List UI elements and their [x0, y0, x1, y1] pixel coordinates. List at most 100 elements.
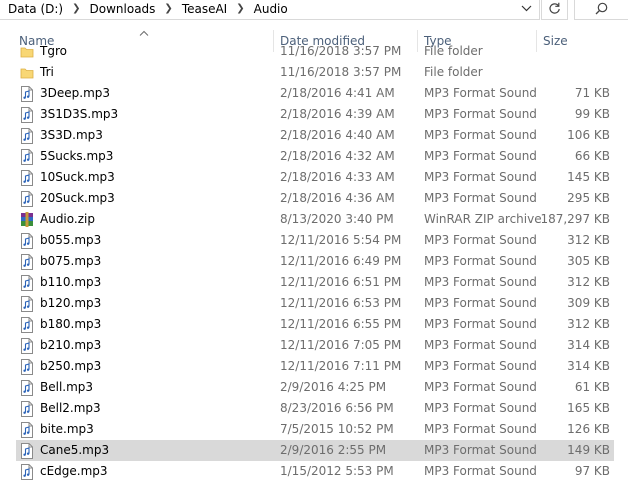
sort-ascending-icon	[139, 25, 149, 36]
file-row[interactable]: bite.mp3 7/5/2015 10:52 PM MP3 Format Soun…	[16, 419, 614, 440]
file-date-modified: 2/9/2016 4:25 PM	[280, 380, 387, 394]
audio-file-icon	[20, 338, 34, 354]
file-name: bite.mp3	[40, 422, 94, 436]
search-input[interactable]	[574, 0, 628, 20]
file-row[interactable]: cEdge.mp3 1/15/2012 5:53 PM MP3 Format Sou…	[16, 461, 614, 480]
file-row[interactable]: Tri 11/16/2018 3:57 PM File folder	[16, 62, 614, 83]
file-type: MP3 Format Sound	[424, 443, 537, 457]
file-size: 99 KB	[574, 107, 610, 121]
file-row[interactable]: b210.mp3 12/11/2016 7:05 PM MP3 Format Sou…	[16, 335, 614, 356]
file-row[interactable]: Tgro 11/16/2018 3:57 PM File folder	[16, 43, 614, 62]
file-name: b110.mp3	[40, 275, 102, 289]
refresh-icon	[549, 2, 560, 14]
file-name: 20Suck.mp3	[40, 191, 115, 205]
search-icon	[595, 2, 608, 15]
file-type: MP3 Format Sound	[424, 233, 537, 247]
file-type: MP3 Format Sound	[424, 170, 537, 184]
audio-file-icon	[20, 275, 34, 291]
file-size: 309 KB	[567, 296, 610, 310]
file-size: 71 KB	[574, 86, 610, 100]
file-type: MP3 Format Sound	[424, 401, 537, 415]
vertical-scrollbar[interactable]	[614, 20, 628, 480]
audio-file-icon	[20, 359, 34, 375]
address-bar[interactable]: Data (D:) ❯ Downloads ❯ TeaseAI ❯ Audio	[0, 0, 540, 20]
audio-file-icon	[20, 296, 34, 312]
file-row[interactable]: 3S1D3S.mp3 2/18/2016 4:39 AM MP3 Format So…	[16, 104, 614, 125]
file-row[interactable]: 20Suck.mp3 2/18/2016 4:36 AM MP3 Format So…	[16, 188, 614, 209]
file-row[interactable]: 3S3D.mp3 2/18/2016 4:40 AM MP3 Format Soun…	[16, 125, 614, 146]
file-date-modified: 12/11/2016 6:49 PM	[280, 254, 402, 268]
audio-file-icon	[20, 422, 34, 438]
file-type: MP3 Format Sound	[424, 317, 537, 331]
file-date-modified: 2/9/2016 2:55 PM	[280, 443, 387, 457]
audio-file-icon	[20, 128, 34, 144]
file-row[interactable]: 10Suck.mp3 2/18/2016 4:33 AM MP3 Format So…	[16, 167, 614, 188]
audio-file-icon	[20, 254, 34, 270]
breadcrumb-separator-icon[interactable]: ❯	[72, 3, 80, 14]
file-name: 3Deep.mp3	[40, 86, 111, 100]
audio-file-icon	[20, 170, 34, 186]
file-date-modified: 2/18/2016 4:36 AM	[280, 191, 395, 205]
file-row-selected[interactable]: Cane5.mp3 2/9/2016 2:55 PM MP3 Format Soun…	[16, 440, 614, 461]
file-date-modified: 12/11/2016 7:05 PM	[280, 338, 402, 352]
file-type: File folder	[424, 65, 483, 79]
file-row[interactable]: 3Deep.mp3 2/18/2016 4:41 AM MP3 Format Sou…	[16, 83, 614, 104]
chevron-down-icon[interactable]	[516, 0, 536, 17]
file-type: MP3 Format Sound	[424, 380, 537, 394]
refresh-button[interactable]	[541, 0, 568, 20]
file-name: Tgro	[40, 44, 67, 58]
file-type: MP3 Format Sound	[424, 275, 537, 289]
file-list[interactable]: Tgro 11/16/2018 3:57 PM File folder Tri 11/1…	[0, 43, 628, 480]
file-row[interactable]: b110.mp3 12/11/2016 6:51 PM MP3 Format Sou…	[16, 272, 614, 293]
file-row[interactable]: Bell2.mp3 8/23/2016 6:56 PM MP3 Format Sou…	[16, 398, 614, 419]
breadcrumb-teaseai[interactable]: TeaseAI	[182, 2, 227, 16]
file-size: 305 KB	[567, 254, 610, 268]
file-date-modified: 2/18/2016 4:41 AM	[280, 86, 395, 100]
audio-file-icon	[20, 149, 34, 165]
breadcrumb-separator-icon[interactable]: ❯	[236, 3, 244, 14]
file-type: MP3 Format Sound	[424, 422, 537, 436]
breadcrumb-separator-icon[interactable]: ❯	[164, 3, 172, 14]
breadcrumb-drive[interactable]: Data (D:)	[8, 2, 63, 16]
file-row[interactable]: b250.mp3 12/11/2016 7:11 PM MP3 Format Sou…	[16, 356, 614, 377]
file-name: 5Sucks.mp3	[40, 149, 114, 163]
file-date-modified: 2/18/2016 4:32 AM	[280, 149, 395, 163]
audio-file-icon	[20, 380, 34, 396]
file-size: 149 KB	[567, 443, 610, 457]
file-name: b075.mp3	[40, 254, 102, 268]
file-type: MP3 Format Sound	[424, 86, 537, 100]
file-size: 145 KB	[567, 170, 610, 184]
file-size: 165 KB	[567, 401, 610, 415]
file-size: 187,297 KB	[540, 212, 610, 226]
file-date-modified: 8/13/2020 3:40 PM	[280, 212, 394, 226]
audio-file-icon	[20, 443, 34, 459]
file-row[interactable]: b055.mp3 12/11/2016 5:54 PM MP3 Format Sou…	[16, 230, 614, 251]
file-size: 312 KB	[567, 233, 610, 247]
breadcrumb-downloads[interactable]: Downloads	[90, 2, 156, 16]
file-date-modified: 11/16/2018 3:57 PM	[280, 44, 402, 58]
file-row[interactable]: b180.mp3 12/11/2016 6:55 PM MP3 Format Sou…	[16, 314, 614, 335]
file-date-modified: 2/18/2016 4:40 AM	[280, 128, 395, 142]
file-row[interactable]: Bell.mp3 2/9/2016 4:25 PM MP3 Format Sound…	[16, 377, 614, 398]
file-name: 3S1D3S.mp3	[40, 107, 119, 121]
file-name: b120.mp3	[40, 296, 102, 310]
file-row[interactable]: 5Sucks.mp3 2/18/2016 4:32 AM MP3 Format So…	[16, 146, 614, 167]
file-date-modified: 11/16/2018 3:57 PM	[280, 65, 402, 79]
audio-file-icon	[20, 86, 34, 102]
file-size: 312 KB	[567, 275, 610, 289]
file-type: MP3 Format Sound	[424, 464, 537, 478]
file-row[interactable]: Audio.zip 8/13/2020 3:40 PM WinRAR ZIP arc…	[16, 209, 614, 230]
file-size: 126 KB	[567, 422, 610, 436]
file-date-modified: 2/18/2016 4:39 AM	[280, 107, 395, 121]
folder-icon	[20, 65, 34, 81]
file-row[interactable]: b075.mp3 12/11/2016 6:49 PM MP3 Format Sou…	[16, 251, 614, 272]
file-size: 312 KB	[567, 317, 610, 331]
file-size: 66 KB	[574, 149, 610, 163]
file-date-modified: 7/5/2015 10:52 PM	[280, 422, 394, 436]
winrar-archive-icon	[20, 212, 34, 228]
file-date-modified: 8/23/2016 6:56 PM	[280, 401, 394, 415]
breadcrumb-audio[interactable]: Audio	[254, 2, 288, 16]
audio-file-icon	[20, 233, 34, 249]
file-row[interactable]: b120.mp3 12/11/2016 6:53 PM MP3 Format Sou…	[16, 293, 614, 314]
audio-file-icon	[20, 191, 34, 207]
